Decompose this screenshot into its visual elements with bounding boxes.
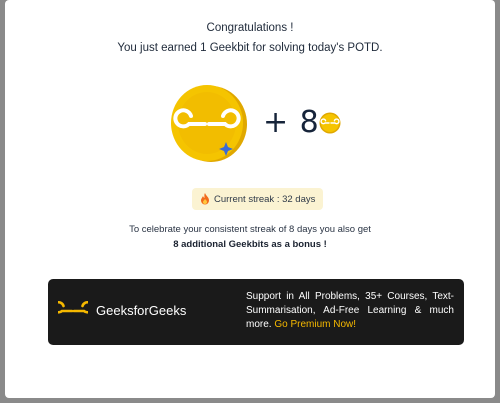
gfg-logo-icon — [58, 301, 88, 314]
modal-subtitle: You just earned 1 Geekbit for solving to… — [117, 42, 383, 54]
gfg-coin-icon — [319, 112, 341, 134]
celebrate-text: To celebrate your consistent streak of 8… — [129, 224, 371, 235]
reward-amount: + 8 — [263, 105, 320, 140]
reward-modal: Congratulations ! You just earned 1 Geek… — [5, 0, 495, 398]
fire-icon — [201, 193, 209, 205]
brand-name: GeeksforGeeks — [96, 303, 187, 318]
bonus-text: 8 additional Geekbits as a bonus ! — [173, 239, 327, 250]
premium-banner[interactable]: GeeksforGeeks Support in All Problems, 3… — [48, 279, 464, 345]
banner-description: Support in All Problems, 35+ Courses, Te… — [246, 290, 454, 332]
gfg-coin-icon — [171, 85, 247, 162]
streak-badge: Current streak : 32 days — [192, 188, 324, 210]
modal-title: Congratulations ! — [206, 22, 294, 34]
streak-label: Current streak : 32 days — [214, 193, 316, 205]
go-premium-link[interactable]: Go Premium Now! — [274, 319, 356, 330]
